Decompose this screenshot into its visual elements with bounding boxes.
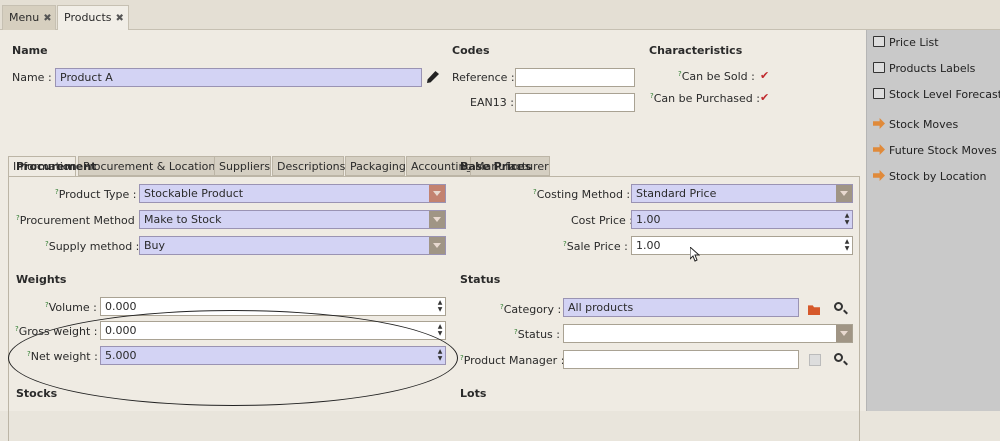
tab-packaging[interactable]: Packaging	[345, 156, 406, 176]
print-icon	[873, 62, 885, 73]
search-icon[interactable]	[834, 302, 843, 311]
procurement-section-title: Procurement	[16, 160, 97, 173]
mouse-cursor-icon	[690, 247, 700, 262]
product-type-select[interactable]: Stockable Product	[139, 184, 446, 203]
window-tab-menu[interactable]: Menu ✖	[2, 5, 56, 30]
name-input[interactable]: Product A	[55, 68, 422, 87]
name-label: Name :	[12, 71, 52, 84]
sale-price-label: ?Sale Price :	[563, 240, 628, 253]
can-be-sold-checkbox[interactable]	[760, 69, 770, 82]
tab-suppliers[interactable]: Suppliers	[214, 156, 271, 176]
can-be-sold-label: ?Can be Sold :	[678, 70, 755, 83]
sale-price-input[interactable]: 1.00 ▲ ▼	[631, 236, 853, 255]
cost-price-label: Cost Price :	[571, 214, 633, 227]
base-prices-section-title: Base Prices	[460, 160, 532, 173]
sidebar-item-future-stock-moves[interactable]: Future Stock Moves	[873, 144, 997, 160]
window-tab-products[interactable]: Products ✖	[57, 5, 129, 31]
product-manager-label: ?Product Manager :	[460, 354, 565, 367]
product-manager-input[interactable]	[563, 350, 799, 369]
arrow-icon	[873, 144, 885, 155]
can-be-purchased-checkbox[interactable]	[760, 91, 770, 104]
action-sidebar: Price List Products Labels Stock Level F…	[866, 30, 1000, 411]
lots-section-title: Lots	[460, 387, 487, 400]
can-be-purchased-label: ?Can be Purchased :	[650, 92, 760, 105]
supply-method-label: ?Supply method :	[45, 240, 140, 253]
search-icon[interactable]	[834, 353, 843, 362]
volume-label: ?Volume :	[45, 301, 97, 314]
print-icon	[873, 88, 885, 99]
costing-method-label: ?Costing Method :	[533, 188, 631, 201]
close-icon[interactable]: ✖	[116, 13, 124, 24]
highlight-ellipse	[8, 310, 458, 406]
ean13-input[interactable]	[515, 93, 635, 112]
window-tab-label: Menu	[9, 11, 40, 24]
tab-descriptions[interactable]: Descriptions	[272, 156, 345, 176]
reference-input[interactable]	[515, 68, 635, 87]
spinner-icon[interactable]: ▲ ▼	[436, 323, 444, 338]
form-tabbar: Information Procurement & Locations Supp…	[8, 156, 860, 177]
cost-price-input[interactable]: 1.00 ▲ ▼	[631, 210, 853, 229]
codes-section-title: Codes	[452, 44, 490, 57]
window-tab-label: Products	[64, 11, 112, 24]
category-label: ?Category :	[500, 303, 562, 316]
sidebar-item-price-list[interactable]: Price List	[873, 36, 939, 52]
arrow-icon	[873, 118, 885, 129]
procurement-method-select[interactable]: Make to Stock	[139, 210, 446, 229]
tab-procurement-locations[interactable]: Procurement & Locations	[78, 156, 221, 176]
ean13-label: EAN13 :	[470, 96, 514, 109]
category-input[interactable]: All products	[563, 298, 799, 317]
chevron-down-icon[interactable]	[429, 237, 445, 254]
product-type-label: ?Product Type :	[55, 188, 137, 201]
characteristics-section-title: Characteristics	[649, 44, 743, 57]
sidebar-item-stock-moves[interactable]: Stock Moves	[873, 118, 958, 134]
window-tabbar: Menu ✖ Products ✖	[0, 0, 1000, 31]
translate-pencil-icon[interactable]	[427, 71, 439, 83]
document-icon[interactable]	[809, 354, 821, 366]
sidebar-item-products-labels[interactable]: Products Labels	[873, 62, 975, 78]
supply-method-select[interactable]: Buy	[139, 236, 446, 255]
procurement-method-label: ?Procurement Method :	[16, 214, 142, 227]
status-section-title: Status	[460, 273, 501, 286]
arrow-icon	[873, 170, 885, 181]
status-select[interactable]	[563, 324, 853, 343]
chevron-down-icon[interactable]	[836, 185, 852, 202]
costing-method-select[interactable]: Standard Price	[631, 184, 853, 203]
sidebar-item-stock-level-forecast[interactable]: Stock Level Forecast	[873, 88, 1000, 104]
print-icon	[873, 36, 885, 47]
stocks-section-title: Stocks	[16, 387, 58, 400]
reference-label: Reference :	[452, 71, 515, 84]
spinner-icon[interactable]: ▲ ▼	[436, 299, 444, 314]
status-label: ?Status :	[514, 328, 560, 341]
weights-section-title: Weights	[16, 273, 67, 286]
chevron-down-icon[interactable]	[429, 185, 445, 202]
name-section-title: Name	[12, 44, 48, 57]
chevron-down-icon[interactable]	[836, 325, 852, 342]
close-icon[interactable]: ✖	[43, 13, 51, 24]
spinner-icon[interactable]: ▲ ▼	[843, 212, 851, 227]
chevron-down-icon[interactable]	[429, 211, 445, 228]
spinner-icon[interactable]: ▲ ▼	[843, 238, 851, 253]
sidebar-item-stock-by-location[interactable]: Stock by Location	[873, 170, 986, 186]
